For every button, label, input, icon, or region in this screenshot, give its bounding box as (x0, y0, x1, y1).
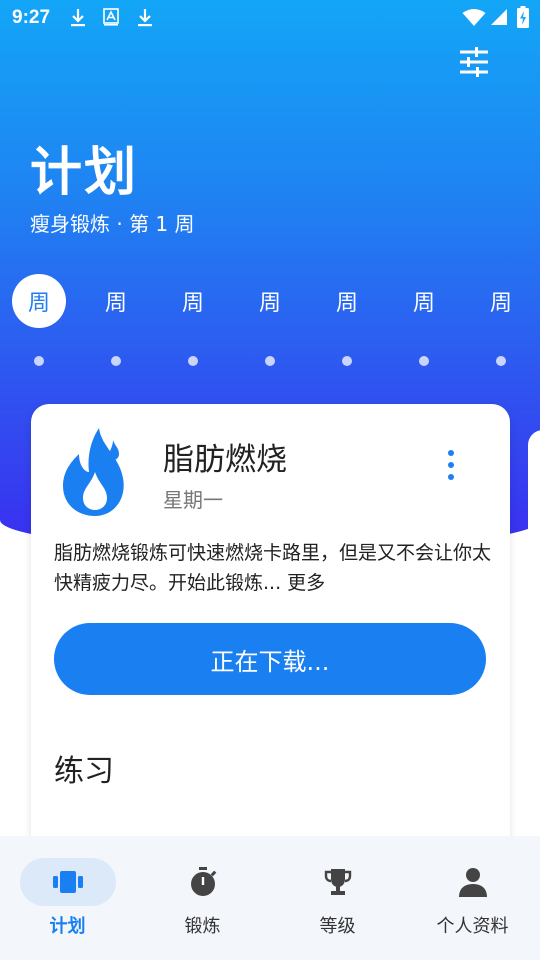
tab-icon-container (290, 858, 386, 906)
tab-workout[interactable]: 锻炼 (135, 836, 270, 960)
tab-plan[interactable]: 计划 (0, 836, 135, 960)
tab-label: 锻炼 (184, 916, 221, 937)
page-title: 计划 (30, 143, 139, 203)
tab-profile[interactable]: 个人资料 (405, 836, 540, 960)
person-icon (458, 868, 487, 897)
day-dot (188, 356, 198, 366)
day-tab[interactable]: 周 (320, 274, 374, 328)
day-dot (342, 356, 352, 366)
download-icon (71, 9, 85, 27)
stopwatch-icon (190, 867, 216, 896)
page-subtitle: 瘦身锻炼 · 第 1 周 (30, 212, 195, 236)
tab-label: 等级 (319, 916, 356, 937)
day-dot (419, 356, 429, 366)
more-link[interactable]: 更多 (287, 572, 325, 594)
workout-card: 脂肪燃烧 星期一 脂肪燃烧锻炼可快速燃烧卡路里，但是又不会让你太快精疲力尽。开始… (31, 404, 510, 864)
status-bar: 9:27 (0, 0, 540, 36)
tab-icon-container (19, 858, 116, 906)
exercises-section-title: 练习 (54, 754, 114, 789)
wifi-icon (462, 9, 486, 26)
status-time: 9:27 (12, 7, 51, 28)
workout-description: 脂肪燃烧锻炼可快速燃烧卡路里，但是又不会让你太快精疲力尽。开始此锻炼... 更多 (54, 538, 494, 598)
next-workout-card[interactable] (528, 430, 540, 870)
tune-icon[interactable] (456, 44, 492, 80)
flame-icon (63, 428, 124, 516)
tab-icon-container (425, 858, 521, 906)
day-dot (111, 356, 121, 366)
tab-label: 个人资料 (436, 916, 509, 937)
day-indicator-dots (0, 356, 540, 368)
day-tab[interactable]: 周 (243, 274, 297, 328)
day-dot (34, 356, 44, 366)
day-tab[interactable]: 周 (166, 274, 220, 328)
trophy-icon (324, 869, 351, 895)
plan-icon (52, 871, 83, 893)
more-options-icon[interactable] (439, 448, 463, 482)
workout-title: 脂肪燃烧 (163, 442, 287, 478)
day-dot (496, 356, 506, 366)
day-tab[interactable]: 周 (397, 274, 451, 328)
week-day-selector: 周 周 周 周 周 周 周 (0, 274, 540, 328)
day-tab[interactable]: 周 (12, 274, 66, 328)
signal-icon (491, 9, 507, 25)
download-icon (138, 9, 152, 27)
download-button[interactable]: 正在下载... (54, 623, 486, 695)
day-tab[interactable]: 周 (89, 274, 143, 328)
bottom-navigation: 计划 锻炼 等级 个人资料 (0, 836, 540, 960)
day-dot (265, 356, 275, 366)
day-tab[interactable]: 周 (474, 274, 528, 328)
workout-day: 星期一 (163, 488, 223, 512)
tab-icon-container (155, 858, 251, 906)
tab-label: 计划 (49, 916, 86, 937)
battery-charging-icon (517, 6, 529, 28)
font-icon (103, 8, 119, 26)
workout-description-text: 脂肪燃烧锻炼可快速燃烧卡路里，但是又不会让你太快精疲力尽。开始此锻炼... (54, 542, 492, 594)
tab-level[interactable]: 等级 (270, 836, 405, 960)
